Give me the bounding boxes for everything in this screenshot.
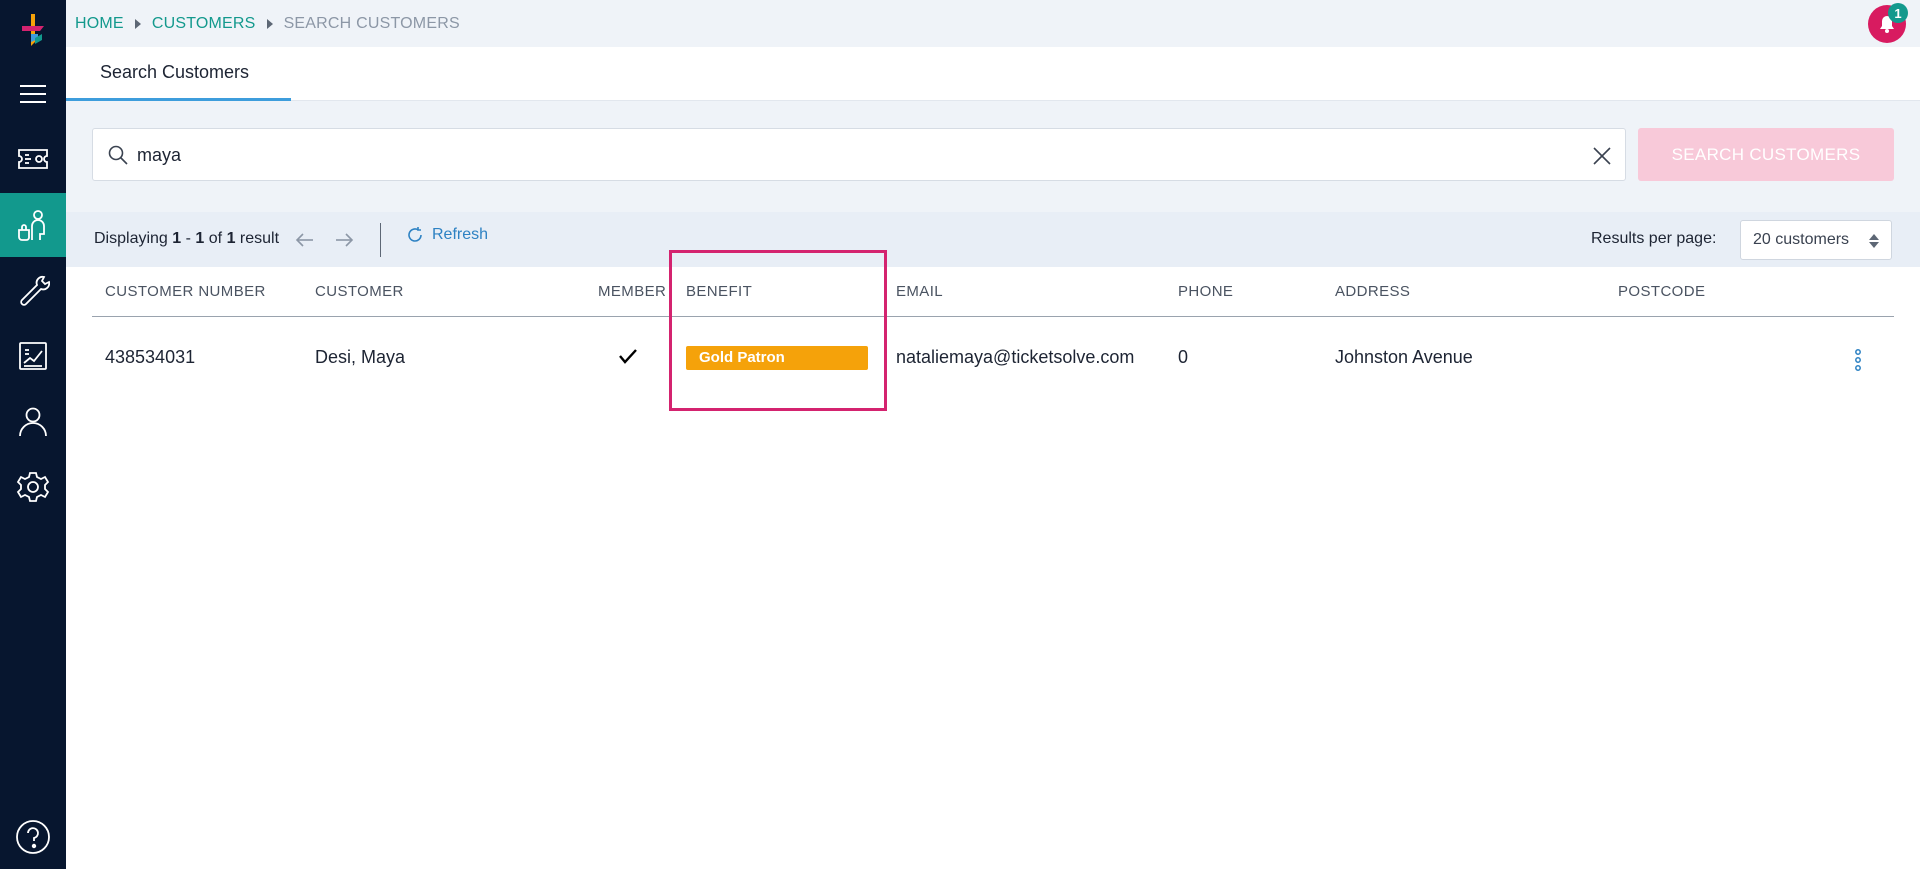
gear-icon bbox=[16, 472, 50, 502]
checkmark-icon bbox=[619, 349, 637, 364]
results-per-page-label: Results per page: bbox=[1591, 230, 1717, 247]
nav-tickets[interactable] bbox=[0, 127, 66, 191]
pagination-bar: Displaying 1 - 1 of 1 result Refresh Res… bbox=[66, 212, 1920, 267]
refresh-button[interactable]: Refresh bbox=[406, 226, 488, 244]
menu-icon bbox=[20, 85, 46, 103]
app-logo[interactable] bbox=[18, 12, 48, 48]
sort-arrows-icon bbox=[1869, 234, 1879, 248]
reports-icon bbox=[19, 342, 47, 370]
refresh-label: Refresh bbox=[432, 226, 489, 243]
arrow-right-icon[interactable] bbox=[332, 228, 356, 252]
cell-email: nataliemaya@ticketsolve.com bbox=[896, 347, 1135, 367]
search-area: SEARCH CUSTOMERS bbox=[66, 101, 1920, 212]
wrench-icon bbox=[20, 275, 50, 306]
cell-address: Johnston Avenue bbox=[1335, 347, 1473, 367]
header-benefit[interactable]: BENEFIT bbox=[686, 283, 752, 300]
header-phone[interactable]: PHONE bbox=[1178, 283, 1233, 300]
header-customer[interactable]: CUSTOMER bbox=[315, 283, 404, 300]
breadcrumb-home[interactable]: HOME bbox=[75, 15, 124, 33]
tab-bar: Search Customers bbox=[66, 47, 1920, 101]
header-postcode[interactable]: POSTCODE bbox=[1618, 283, 1705, 300]
kebab-icon[interactable] bbox=[1853, 348, 1863, 372]
close-icon[interactable] bbox=[1591, 145, 1613, 167]
header-customer-number[interactable]: CUSTOMER NUMBER bbox=[105, 283, 266, 300]
table-header: CUSTOMER NUMBER CUSTOMER MEMBER BENEFIT … bbox=[92, 267, 1894, 317]
table-row[interactable]: 438534031 Desi, Maya Gold Patron natalie… bbox=[92, 317, 1894, 405]
sidebar bbox=[0, 0, 66, 869]
header-address[interactable]: ADDRESS bbox=[1335, 283, 1410, 300]
tab-search-customers[interactable]: Search Customers bbox=[66, 47, 291, 101]
results-per-page-value: 20 customers bbox=[1753, 231, 1850, 248]
breadcrumb: HOME CUSTOMERS SEARCH CUSTOMERS bbox=[75, 15, 460, 33]
benefit-badge: Gold Patron bbox=[686, 346, 868, 370]
results-sep: - bbox=[185, 230, 191, 247]
notification-count-badge: 1 bbox=[1888, 3, 1908, 23]
breadcrumb-customers[interactable]: CUSTOMERS bbox=[152, 15, 256, 33]
header-member[interactable]: MEMBER bbox=[598, 283, 666, 300]
results-per-page-select[interactable]: 20 customers bbox=[1740, 220, 1892, 260]
search-input[interactable] bbox=[137, 141, 1537, 169]
search-customers-button[interactable]: SEARCH CUSTOMERS bbox=[1638, 128, 1894, 181]
results-start: 1 bbox=[172, 230, 182, 247]
chevron-right-icon bbox=[266, 19, 273, 29]
user-icon bbox=[19, 407, 47, 437]
cell-customer-number: 438534031 bbox=[105, 347, 196, 367]
nav-tools[interactable] bbox=[0, 258, 66, 322]
breadcrumb-current: SEARCH CUSTOMERS bbox=[283, 15, 460, 32]
refresh-icon bbox=[408, 227, 422, 242]
nav-users[interactable] bbox=[0, 389, 66, 453]
results-suffix: result bbox=[239, 230, 280, 247]
results-prefix: Displaying bbox=[94, 230, 168, 247]
results-end: 1 bbox=[195, 230, 205, 247]
cell-customer: Desi, Maya bbox=[315, 347, 406, 367]
arrow-left-icon[interactable] bbox=[293, 228, 317, 252]
results-of: of bbox=[208, 230, 223, 247]
customers-table: CUSTOMER NUMBER CUSTOMER MEMBER BENEFIT … bbox=[92, 267, 1894, 405]
ticket-icon bbox=[18, 149, 48, 169]
nav-settings[interactable] bbox=[0, 455, 66, 519]
chevron-right-icon bbox=[134, 19, 141, 29]
menu-button[interactable] bbox=[0, 62, 66, 126]
header-email[interactable]: EMAIL bbox=[896, 283, 943, 300]
search-icon bbox=[108, 145, 128, 165]
top-bar: HOME CUSTOMERS SEARCH CUSTOMERS 1 bbox=[66, 0, 1920, 47]
notifications-button[interactable]: 1 bbox=[1868, 3, 1908, 43]
nav-reports[interactable] bbox=[0, 324, 66, 388]
help-icon[interactable] bbox=[14, 818, 52, 856]
divider bbox=[380, 223, 381, 257]
cell-phone: 0 bbox=[1178, 347, 1189, 367]
search-box bbox=[92, 128, 1626, 181]
results-summary: Displaying 1 - 1 of 1 result bbox=[94, 230, 279, 248]
customers-icon bbox=[18, 210, 45, 241]
results-total: 1 bbox=[226, 230, 236, 247]
nav-customers[interactable] bbox=[0, 193, 66, 257]
